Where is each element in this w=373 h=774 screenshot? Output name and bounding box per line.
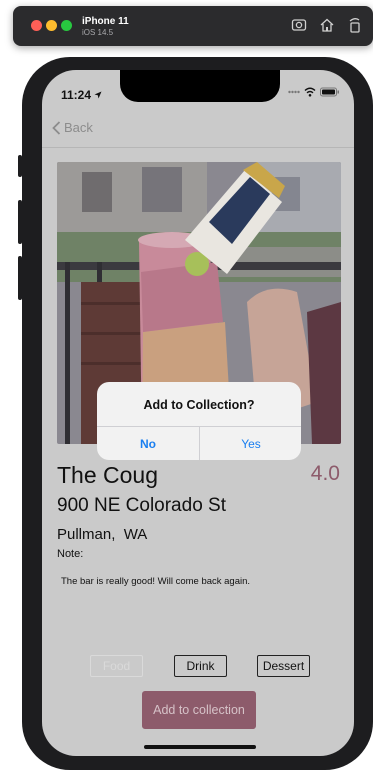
volume-up-button bbox=[18, 200, 22, 244]
back-label: Back bbox=[64, 120, 93, 135]
home-indicator bbox=[144, 745, 256, 749]
nav-divider bbox=[42, 147, 354, 148]
location-arrow-icon bbox=[94, 91, 102, 99]
add-to-collection-button[interactable]: Add to collection bbox=[142, 691, 256, 729]
battery-icon bbox=[320, 87, 339, 97]
minimize-window-button[interactable] bbox=[46, 20, 57, 31]
screenshot-icon[interactable] bbox=[291, 17, 307, 33]
place-street: 900 NE Colorado St bbox=[57, 495, 226, 516]
notch bbox=[120, 70, 280, 102]
place-name: The Coug bbox=[57, 462, 159, 488]
chevron-left-icon bbox=[52, 120, 61, 135]
category-dessert-button[interactable]: Dessert bbox=[257, 655, 310, 677]
home-icon[interactable] bbox=[319, 17, 335, 33]
close-window-button[interactable] bbox=[31, 20, 42, 31]
add-to-collection-alert: Add to Collection? No Yes bbox=[97, 382, 301, 460]
place-rating: 4.0 bbox=[310, 462, 340, 485]
os-version: iOS 14.5 bbox=[82, 28, 114, 37]
back-button[interactable]: Back bbox=[52, 120, 93, 135]
simulator-toolbar: iPhone 11 iOS 14.5 bbox=[13, 6, 373, 46]
status-icons bbox=[288, 87, 340, 97]
status-time: 11:24 bbox=[61, 88, 102, 102]
place-city: Pullman, WA bbox=[57, 526, 148, 543]
note-text: The bar is really good! Will come back a… bbox=[61, 576, 251, 587]
zoom-window-button[interactable] bbox=[61, 20, 72, 31]
wifi-icon bbox=[304, 87, 316, 97]
alert-no-button[interactable]: No bbox=[97, 427, 199, 460]
alert-yes-button[interactable]: Yes bbox=[200, 427, 301, 460]
mute-switch bbox=[18, 155, 22, 177]
note-label: Note: bbox=[57, 548, 84, 560]
category-food-button[interactable]: Food bbox=[90, 655, 143, 677]
rotate-icon[interactable] bbox=[347, 17, 363, 33]
phone-screen: 11:24 Back The Coug 4.0 900 NE Colorado … bbox=[42, 70, 354, 756]
volume-down-button bbox=[18, 256, 22, 300]
alert-title: Add to Collection? bbox=[143, 398, 255, 412]
signal-dots-icon bbox=[288, 90, 300, 94]
category-drink-button[interactable]: Drink bbox=[174, 655, 227, 677]
device-name: iPhone 11 bbox=[82, 16, 129, 27]
